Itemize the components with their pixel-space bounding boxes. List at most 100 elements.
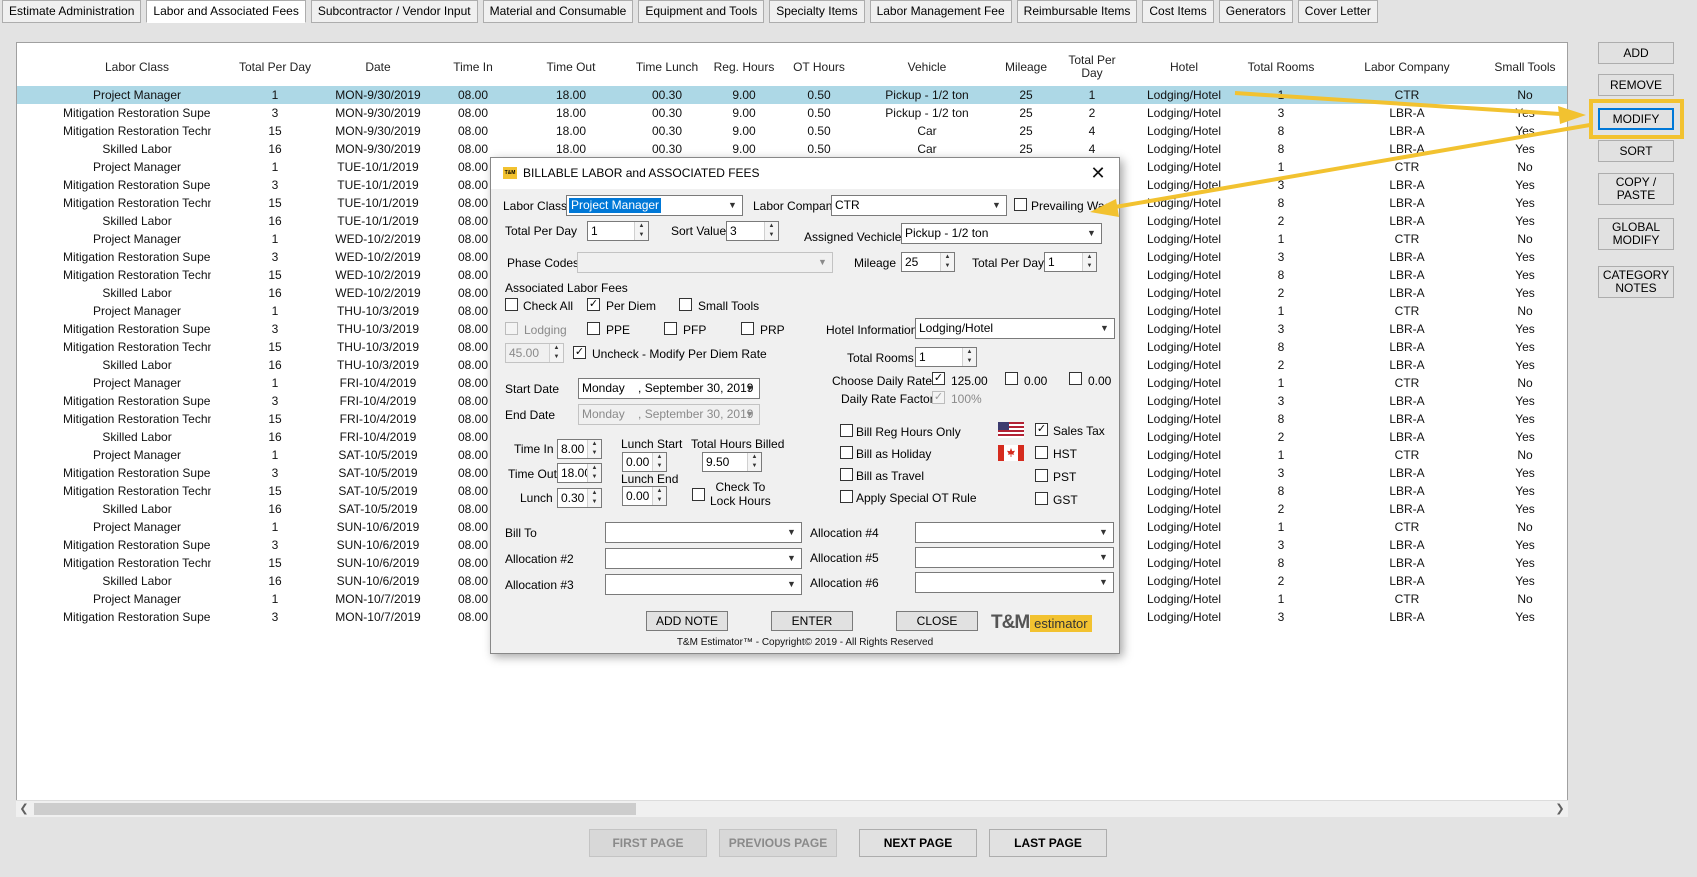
remove-button[interactable]: REMOVE (1598, 74, 1674, 96)
tab-reimbursable-items[interactable]: Reimbursable Items (1016, 0, 1138, 23)
pfp-checkbox[interactable] (664, 322, 677, 335)
tab-equipment-and-tools[interactable]: Equipment and Tools (638, 0, 765, 23)
column-header-small-tools[interactable]: Small Tools (1488, 48, 1562, 86)
vehicle-total-per-day-stepper[interactable]: 1 ▲ ▼ (1044, 252, 1097, 272)
rate-1-checkbox[interactable]: ✓ (932, 372, 945, 385)
labor-company-select[interactable]: CTR ▼ (831, 195, 1007, 216)
lunch-end-stepper[interactable]: 0.00 ▲ ▼ (622, 486, 667, 506)
check-all-checkbox[interactable] (505, 298, 518, 311)
allocation-5-select[interactable]: ▼ (915, 547, 1114, 568)
small-tools-checkbox[interactable] (679, 298, 692, 311)
close-button[interactable]: CLOSE (896, 611, 978, 631)
spinner-arrows-icon[interactable]: ▲ ▼ (549, 344, 563, 362)
column-header-vehicle[interactable]: Vehicle (865, 48, 989, 86)
lock-hours-checkbox[interactable] (692, 488, 705, 501)
time-out-stepper[interactable]: 18.00 ▲ ▼ (557, 463, 602, 483)
global-modify-button[interactable]: GLOBAL MODIFY (1598, 218, 1674, 250)
sort-button[interactable]: SORT (1598, 140, 1674, 162)
category-notes-button[interactable]: CATEGORY NOTES (1598, 266, 1674, 298)
hotel-information-select[interactable]: Lodging/Hotel ▼ (915, 318, 1115, 339)
spinner-arrows-icon[interactable]: ▲ ▼ (1082, 253, 1096, 271)
special-ot-checkbox[interactable] (840, 490, 853, 503)
bill-holiday-checkbox[interactable] (840, 446, 853, 459)
column-header-time-out[interactable]: Time Out (523, 48, 619, 86)
column-header-total-rooms[interactable]: Total Rooms (1236, 48, 1326, 86)
end-date-picker[interactable]: Monday , September 30, 2019 ▼ (578, 404, 760, 425)
mileage-stepper[interactable]: 25 ▲ ▼ (901, 252, 955, 272)
column-header-vehicle-total-per-day[interactable]: Total Per Day (1060, 48, 1124, 86)
column-header-labor-company[interactable]: Labor Company (1336, 48, 1478, 86)
modify-per-diem-checkbox[interactable]: ✓ (573, 346, 586, 359)
spinner-arrows-icon[interactable]: ▲ ▼ (652, 487, 666, 505)
table-row[interactable]: Skilled Labor 16 MON-9/30/2019 08.00 18.00 00… (17, 140, 1567, 158)
column-header-ot-hours[interactable]: OT Hours (782, 48, 856, 86)
assigned-vehicle-select[interactable]: Pickup - 1/2 ton ▼ (901, 223, 1102, 244)
tab-generators[interactable]: Generators (1218, 0, 1293, 23)
first-page-button[interactable]: FIRST PAGE (589, 829, 707, 857)
per-diem-checkbox[interactable]: ✓ (587, 298, 600, 311)
bill-travel-checkbox[interactable] (840, 468, 853, 481)
modify-button[interactable]: MODIFY (1598, 108, 1674, 130)
rate-3-checkbox[interactable] (1069, 372, 1082, 385)
previous-page-button[interactable]: PREVIOUS PAGE (719, 829, 837, 857)
tab-cost-items[interactable]: Cost Items (1142, 0, 1214, 23)
spinner-arrows-icon[interactable]: ▲ ▼ (652, 453, 666, 471)
rate-2-checkbox[interactable] (1005, 372, 1018, 385)
hst-checkbox[interactable] (1035, 446, 1048, 459)
column-header-total-per-day[interactable]: Total Per Day (229, 48, 321, 86)
sort-value-stepper[interactable]: 3 ▲ ▼ (726, 221, 779, 241)
labor-class-select[interactable]: Project Manager ▼ (566, 195, 743, 216)
spinner-arrows-icon[interactable]: ▲ ▼ (634, 222, 648, 240)
spinner-arrows-icon[interactable]: ▲ ▼ (587, 489, 601, 507)
phase-codes-select[interactable]: ▼ (577, 252, 833, 273)
column-header-hotel[interactable]: Hotel (1134, 48, 1234, 86)
prevailing-wage-checkbox[interactable] (1014, 198, 1027, 211)
time-in-stepper[interactable]: 8.00 ▲ ▼ (557, 439, 602, 459)
start-date-picker[interactable]: Monday , September 30, 2019 ▼ (578, 378, 760, 399)
allocation-2-select[interactable]: ▼ (605, 548, 802, 569)
lunch-start-stepper[interactable]: 0.00 ▲ ▼ (622, 452, 667, 472)
spinner-arrows-icon[interactable]: ▲ ▼ (747, 453, 761, 471)
column-header-mileage[interactable]: Mileage (993, 48, 1059, 86)
total-hours-billed-stepper[interactable]: 9.50 ▲ ▼ (702, 452, 762, 472)
scroll-thumb[interactable] (34, 803, 636, 815)
column-header-reg-hours[interactable]: Reg. Hours (706, 48, 782, 86)
add-note-button[interactable]: ADD NOTE (646, 611, 728, 631)
allocation-4-select[interactable]: ▼ (915, 522, 1114, 543)
daily-rate-factor-checkbox[interactable]: ✓ (932, 391, 945, 404)
horizontal-scrollbar[interactable]: ❮ ❯ (16, 800, 1568, 817)
tab-labor-and-associated-fees[interactable]: Labor and Associated Fees (146, 0, 306, 23)
table-row[interactable]: Project Manager 1 MON-9/30/2019 08.00 18.00 0… (17, 86, 1567, 104)
table-row[interactable]: Mitigation Restoration Supervisor 3 MON-9/… (17, 104, 1567, 122)
copy-paste-button[interactable]: COPY / PASTE (1598, 173, 1674, 205)
column-header-labor-class[interactable]: Labor Class (63, 48, 211, 86)
spinner-arrows-icon[interactable]: ▲ ▼ (764, 222, 778, 240)
lunch-stepper[interactable]: 0.30 ▲ ▼ (557, 488, 602, 508)
last-page-button[interactable]: LAST PAGE (989, 829, 1107, 857)
allocation-6-select[interactable]: ▼ (915, 572, 1114, 593)
scroll-right-icon[interactable]: ❯ (1552, 801, 1568, 818)
add-button[interactable]: ADD (1598, 42, 1674, 64)
bill-to-select[interactable]: ▼ (605, 522, 802, 543)
enter-button[interactable]: ENTER (771, 611, 853, 631)
lodging-checkbox[interactable] (505, 322, 518, 335)
tab-material-and-consumable[interactable]: Material and Consumable (482, 0, 634, 23)
prp-checkbox[interactable] (741, 322, 754, 335)
tab-labor-management-fee[interactable]: Labor Management Fee (869, 0, 1012, 23)
total-rooms-stepper[interactable]: 1 ▲ ▼ (915, 347, 977, 367)
tab-estimate-administration[interactable]: Estimate Administration (2, 0, 142, 23)
pst-checkbox[interactable] (1035, 469, 1048, 482)
tab-specialty-items[interactable]: Specialty Items (769, 0, 865, 23)
spinner-arrows-icon[interactable]: ▲ ▼ (962, 348, 976, 366)
next-page-button[interactable]: NEXT PAGE (859, 829, 977, 857)
scroll-left-icon[interactable]: ❮ (16, 801, 32, 818)
tab-subcontractor-vendor-input[interactable]: Subcontractor / Vendor Input (310, 0, 478, 23)
bill-reg-hours-checkbox[interactable] (840, 424, 853, 437)
per-diem-rate-stepper[interactable]: 45.00 ▲ ▼ (505, 343, 564, 363)
allocation-3-select[interactable]: ▼ (605, 574, 802, 595)
column-header-time-in[interactable]: Time In (430, 48, 516, 86)
close-icon[interactable]: ✕ (1085, 160, 1111, 186)
ppe-checkbox[interactable] (587, 322, 600, 335)
column-header-date[interactable]: Date (320, 48, 436, 86)
gst-checkbox[interactable] (1035, 492, 1048, 505)
